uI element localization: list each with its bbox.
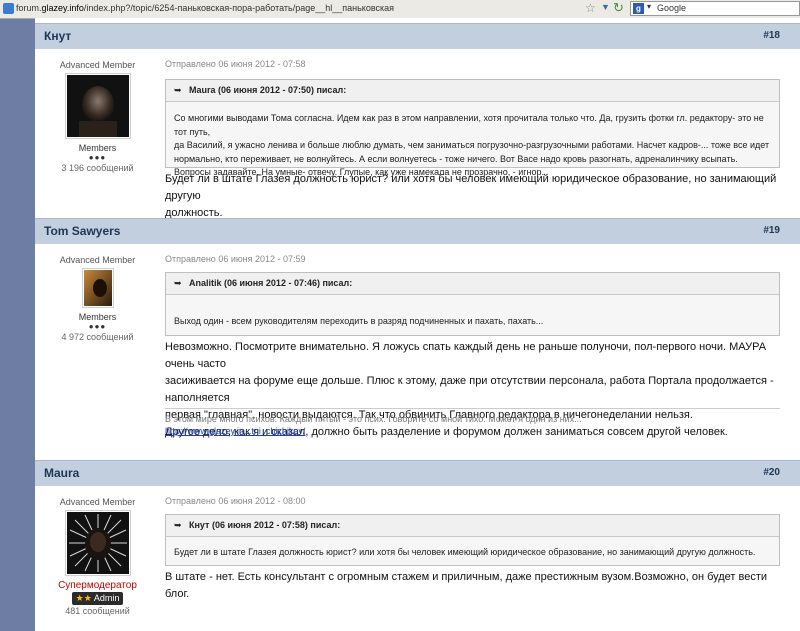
- badge-stars: ★★: [75, 593, 92, 603]
- user-group: Members: [78, 143, 117, 153]
- post-text: В штате - нет. Есть консультант с огромн…: [165, 569, 780, 603]
- google-icon[interactable]: g: [633, 3, 644, 14]
- quote-body: Будет ли в штате Глазея должность юрист?…: [166, 537, 779, 566]
- user-info: Advanced Member Супермодератор ★★ Admin …: [55, 497, 140, 616]
- quote-line: да Василий, я ужасно ленива и больше люб…: [174, 140, 770, 150]
- bookmark-star-icon[interactable]: ☆: [585, 1, 596, 15]
- user-info: Advanced Member Members ●●● 4 972 сообще…: [55, 255, 140, 342]
- search-placeholder: Google: [657, 3, 687, 13]
- user-post-count: 4 972 сообщений: [61, 332, 134, 342]
- reload-icon[interactable]: ↻: [613, 0, 624, 16]
- admin-badge: ★★ Admin: [71, 592, 124, 605]
- quote-body: Выход один - всем руководителям переходи…: [166, 295, 779, 335]
- history-dropdown-icon[interactable]: ▼: [601, 2, 610, 12]
- user-post-count: 481 сообщений: [65, 606, 130, 616]
- quote-arrow-icon[interactable]: ➥: [174, 85, 182, 96]
- user-rank: Advanced Member: [59, 497, 136, 507]
- user-pips: ●●●: [88, 322, 107, 331]
- user-info: Advanced Member Members ●●● 3 196 сообще…: [55, 60, 140, 173]
- post-header: Кнут #18: [35, 23, 800, 49]
- browser-toolbar: forum.glazey.info/index.php?/topic/6254-…: [0, 0, 800, 19]
- url-domain: glazey.info: [41, 3, 84, 13]
- user-rank: Advanced Member: [59, 60, 136, 70]
- post-date: Отправлено 06 июня 2012 - 08:00: [165, 496, 306, 506]
- quote-header: ➥ Analitik (06 июня 2012 - 07:46) писал:: [166, 273, 779, 295]
- post-date: Отправлено 06 июня 2012 - 07:59: [165, 254, 306, 264]
- avatar[interactable]: [64, 510, 131, 576]
- site-favicon-icon: [3, 3, 14, 14]
- signature-link[interactable]: http://www.glazey.in...tni_chizhikov/: [165, 426, 305, 436]
- user-post-count: 3 196 сообщений: [61, 163, 134, 173]
- post-line: Будет ли в штате Глазея должность юрист?…: [165, 173, 777, 202]
- quote-line: нормально, кто переживает, не волнуйтесь…: [174, 153, 738, 164]
- post-line: В штате - нет. Есть консультант с огромн…: [165, 571, 768, 600]
- quote-arrow-icon[interactable]: ➥: [174, 520, 182, 531]
- quote-block: ➥ Maura (06 июня 2012 - 07:50) писал: Со…: [165, 79, 780, 177]
- signature-text: В этом мире много психов. Каждый пятый -…: [165, 414, 582, 424]
- quote-header: ➥ Кнут (06 июня 2012 - 07:58) писал:: [166, 515, 779, 537]
- quote-header: ➥ Maura (06 июня 2012 - 07:50) писал:: [166, 80, 779, 102]
- post-line: Невозможно. Посмотрите внимательно. Я ло…: [165, 341, 767, 370]
- search-engine-dropdown-icon[interactable]: ▾: [647, 2, 651, 11]
- quote-line: Будет ли в штате Глазея должность юрист?…: [174, 547, 756, 557]
- post-date: Отправлено 06 июня 2012 - 07:58: [165, 59, 306, 69]
- post-text: Будет ли в штате Глазея должность юрист?…: [165, 171, 780, 222]
- quote-title: Кнут (06 июня 2012 - 07:58) писал:: [189, 520, 341, 530]
- user-pips: ●●●: [88, 153, 107, 162]
- post-header: Tom Sawyers #19: [35, 218, 800, 244]
- user-group: Супермодератор: [58, 580, 137, 591]
- post-number-link[interactable]: #20: [763, 467, 780, 478]
- quote-title: Analitik (06 июня 2012 - 07:46) писал:: [189, 278, 353, 288]
- quote-line: Выход один - всем руководителям переходи…: [174, 316, 544, 326]
- quote-block: ➥ Analitik (06 июня 2012 - 07:46) писал:…: [165, 272, 780, 336]
- quote-block: ➥ Кнут (06 июня 2012 - 07:58) писал: Буд…: [165, 514, 780, 566]
- signature: В этом мире много психов. Каждый пятый -…: [165, 408, 780, 437]
- search-box[interactable]: g ▾ Google: [630, 1, 800, 16]
- user-rank: Advanced Member: [59, 255, 136, 265]
- post-header: Maura #20: [35, 460, 800, 486]
- quote-title: Maura (06 июня 2012 - 07:50) писал:: [189, 85, 347, 95]
- avatar[interactable]: [81, 268, 114, 308]
- address-bar[interactable]: forum.glazey.info/index.php?/topic/6254-…: [16, 3, 394, 13]
- post-number-link[interactable]: #19: [763, 225, 780, 236]
- quote-arrow-icon[interactable]: ➥: [174, 278, 182, 289]
- url-path: /index.php?/topic/6254-паньковская-пора-…: [83, 3, 395, 13]
- post-line: засиживается на форуме еще дольше. Плюс …: [165, 375, 774, 404]
- post-author[interactable]: Maura: [44, 466, 79, 480]
- avatar[interactable]: [64, 73, 131, 139]
- user-group: Members: [78, 312, 117, 322]
- post-author[interactable]: Кнут: [44, 29, 71, 43]
- post-author[interactable]: Tom Sawyers: [44, 224, 120, 238]
- badge-label: Admin: [93, 593, 120, 603]
- forum-page: Кнут #18 Advanced Member Members ●●● 3 1…: [35, 18, 800, 631]
- quote-line: Со многими выводами Тома согласна. Идем …: [174, 113, 764, 137]
- post-number-link[interactable]: #18: [763, 30, 780, 41]
- url-prefix: forum.: [16, 3, 42, 13]
